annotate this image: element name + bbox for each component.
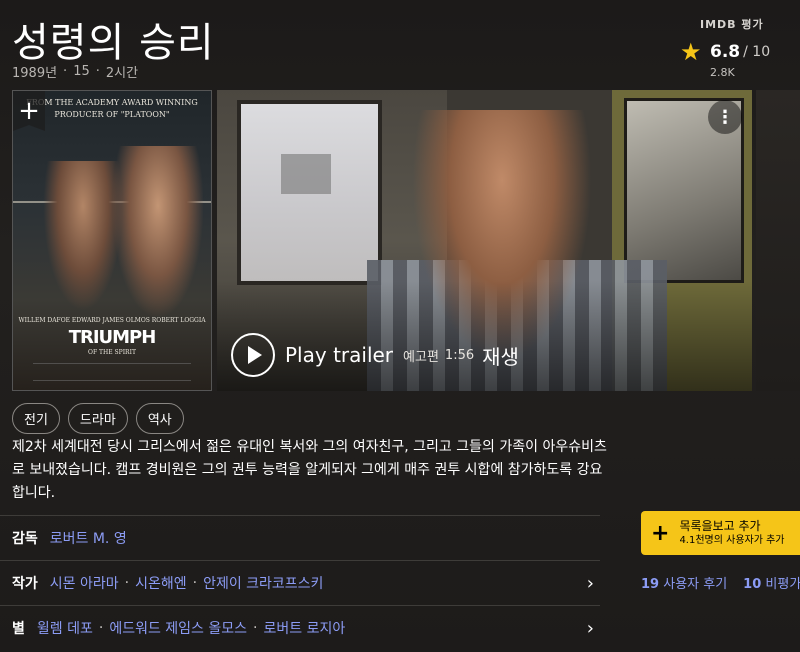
release-year[interactable]: 1989년 — [12, 62, 57, 81]
star-icon: ★ — [680, 38, 702, 66]
genre-chips: 전기 드라마 역사 — [12, 403, 184, 434]
imdb-rating[interactable]: IMDB 평가 ★ 6.8 / 10 2.8K — [680, 16, 790, 79]
credit-link[interactable]: 에드워드 제임스 올모스 — [109, 618, 247, 638]
imdb-vote-count: 2.8K — [710, 66, 735, 79]
credit-link[interactable]: 윌렘 데포 — [37, 618, 93, 638]
critic-reviews-link[interactable]: 10 비평가 — [743, 573, 800, 592]
video-scene-tower — [281, 154, 331, 194]
movie-poster[interactable]: FROM THE ACADEMY AWARD WINNING PRODUCER … — [12, 90, 212, 391]
user-review-label: 사용자 후기 — [663, 577, 728, 592]
poster-subtitle: OF THE SPIRIT — [88, 349, 136, 356]
credit-names: 시몬 아라마 · 시온해엔 · 안제이 크라코프스키 — [50, 573, 324, 593]
play-icon — [231, 333, 275, 377]
credit-label: 감독 — [12, 531, 38, 547]
media-next-edge[interactable] — [756, 90, 800, 391]
reviews-links: 19 사용자 후기 10 비평가 — [641, 573, 800, 592]
credit-link[interactable]: 로버트 M. 영 — [50, 528, 127, 548]
credit-names: 로버트 M. 영 — [50, 528, 127, 548]
plus-icon: + — [18, 96, 40, 126]
add-to-watchlist-button[interactable]: + 목록을보고 추가 4.1천명의 사용자가 추가 — [641, 511, 800, 555]
imdb-rating-row: ★ 6.8 / 10 — [680, 40, 790, 64]
genre-chip[interactable]: 드라마 — [67, 403, 128, 434]
trailer-duration: 1:56 — [444, 347, 475, 363]
poster-boxer-left — [43, 161, 123, 311]
credit-link[interactable]: 로버트 로지아 — [263, 618, 345, 638]
genre-chip[interactable]: 전기 — [12, 403, 60, 434]
credit-names: 윌렘 데포 · 에드워드 제임스 올모스 · 로버트 로지아 — [37, 618, 345, 638]
credit-label: 작가 — [12, 576, 38, 592]
age-rating[interactable]: 15 — [73, 64, 90, 79]
play-trailer-button[interactable]: Play trailer 예고편 1:56 재생 — [231, 333, 519, 377]
kebab-icon[interactable]: ⋮ — [708, 100, 742, 134]
movie-meta: 1989년 · 15 · 2시간 — [12, 62, 138, 81]
credits-list: 감독 로버트 M. 영 작가 시몬 아라마 · 시온해엔 · 안제이 크라코프스… — [0, 515, 600, 650]
poster-boxer-right — [113, 146, 203, 316]
chevron-right-icon[interactable]: › — [587, 618, 594, 639]
watchlist-label: 목록을보고 추가 — [679, 518, 761, 533]
plus-icon: + — [651, 520, 670, 546]
runtime: 2시간 — [105, 66, 139, 81]
user-reviews-link[interactable]: 19 사용자 후기 — [641, 573, 727, 592]
genre-chip[interactable]: 역사 — [135, 403, 184, 434]
credit-row-director: 감독 로버트 M. 영 — [0, 515, 600, 560]
credit-separator: · — [253, 620, 258, 636]
meta-separator: · — [63, 64, 68, 79]
critic-review-label: 비평가 — [765, 577, 800, 592]
poster-cast-names: WILLEM DAFOE EDWARD JAMES OLMOS ROBERT L… — [18, 317, 206, 324]
credit-link[interactable]: 시온해엔 — [135, 573, 187, 593]
critic-review-count: 10 — [743, 577, 762, 592]
video-scene-window — [237, 100, 382, 285]
play-trailer-label: Play trailer — [285, 343, 394, 367]
movie-title: 성령의 승리 — [12, 20, 215, 66]
watchlist-text: 목록을보고 추가 4.1천명의 사용자가 추가 — [679, 519, 784, 548]
watchlist-count: 4.1천명의 사용자가 추가 — [679, 534, 785, 546]
meta-separator: · — [95, 64, 100, 79]
chevron-right-icon[interactable]: › — [587, 573, 594, 594]
add-to-watchlist-ribbon[interactable]: + — [13, 91, 45, 131]
poster-credits-block — [33, 363, 191, 381]
credit-separator: · — [192, 575, 198, 591]
user-review-count: 19 — [641, 577, 660, 592]
credit-row-writers[interactable]: 작가 시몬 아라마 · 시온해엔 · 안제이 크라코프스키 › — [0, 560, 600, 605]
trailer-kind: 예고편 — [403, 349, 439, 365]
trailer-video[interactable]: ⋮ Play trailer 예고편 1:56 재생 — [217, 90, 752, 391]
credit-label: 별 — [12, 621, 25, 637]
imdb-score-max: / 10 — [743, 44, 771, 60]
credit-separator: · — [98, 620, 104, 636]
trailer-play-word: 재생 — [482, 344, 519, 369]
poster-title: TRIUMPH — [68, 327, 157, 348]
credit-separator: · — [124, 575, 130, 591]
credit-row-stars[interactable]: 별 윌렘 데포 · 에드워드 제임스 올모스 · 로버트 로지아 › — [0, 605, 600, 650]
plot-summary: 제2차 세계대전 당시 그리스에서 젊은 유대인 복서와 그의 여자친구, 그리… — [12, 439, 607, 501]
imdb-score: 6.8 — [710, 42, 741, 62]
imdb-rating-label: IMDB 평가 — [700, 18, 764, 31]
credit-link[interactable]: 시몬 아라마 — [50, 573, 119, 593]
credit-link[interactable]: 안제이 크라코프스키 — [203, 573, 323, 593]
